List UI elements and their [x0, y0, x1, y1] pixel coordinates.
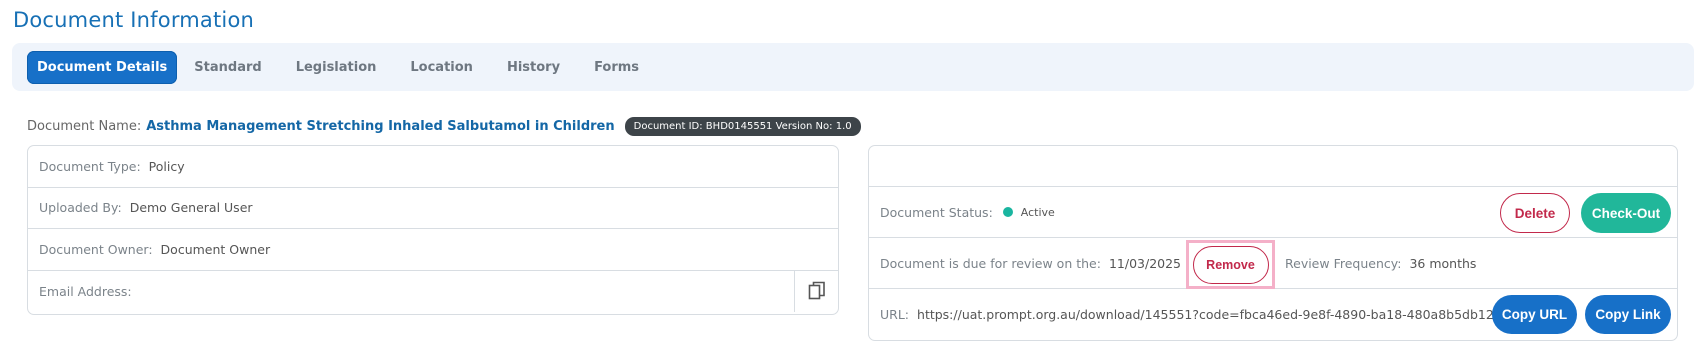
document-details-card: Document Type: Policy Uploaded By: Demo …: [27, 145, 839, 315]
document-owner-label: Document Owner:: [39, 241, 153, 257]
delete-button[interactable]: Delete: [1500, 193, 1570, 233]
document-id-badge: Document ID: BHD0145551 Version No: 1.0: [624, 116, 861, 136]
review-frequency-label: Review Frequency:: [1285, 255, 1402, 271]
review-due-date: 11/03/2025: [1108, 255, 1182, 271]
tab-forms[interactable]: Forms: [577, 51, 656, 84]
email-address-row: Email Address:: [28, 270, 838, 312]
remove-button[interactable]: Remove: [1192, 245, 1269, 284]
uploaded-by-row: Uploaded By: Demo General User: [28, 188, 838, 229]
document-owner-row: Document Owner: Document Owner: [28, 229, 838, 271]
page-title: Document Information: [13, 8, 255, 32]
url-label: URL:: [880, 307, 910, 322]
status-indicator-dot: [1002, 207, 1013, 217]
tab-legislation[interactable]: Legislation: [279, 51, 394, 84]
email-address-label: Email Address:: [39, 283, 132, 299]
document-status-card: Document Status: Active Delete Check-Out…: [868, 145, 1678, 341]
tab-bar: Document Details Standard Legislation Lo…: [12, 43, 1694, 91]
document-owner-value: Document Owner: [160, 241, 271, 257]
remove-highlight: Remove: [1186, 240, 1275, 289]
status-card-header: [869, 146, 1677, 187]
tab-location[interactable]: Location: [393, 51, 490, 84]
tab-standard[interactable]: Standard: [177, 51, 278, 84]
copy-icon: [808, 281, 825, 300]
url-value: https://uat.prompt.org.au/download/14555…: [917, 307, 1502, 322]
document-status-label: Document Status:: [880, 204, 993, 220]
uploaded-by-value: Demo General User: [129, 200, 253, 216]
document-status-value: Active: [1020, 205, 1055, 219]
check-out-button[interactable]: Check-Out: [1581, 193, 1671, 233]
review-due-label: Document is due for review on the:: [880, 255, 1101, 271]
uploaded-by-label: Uploaded By:: [39, 200, 122, 216]
review-frequency-value: 36 months: [1409, 255, 1477, 271]
document-type-value: Policy: [148, 158, 185, 174]
document-status-row: Document Status: Active Delete Check-Out: [869, 187, 1677, 238]
copy-url-button[interactable]: Copy URL: [1492, 295, 1577, 334]
document-name: Asthma Management Stretching Inhaled Sal…: [146, 118, 615, 134]
url-row: URL: https://uat.prompt.org.au/download/…: [869, 289, 1677, 340]
document-type-label: Document Type:: [39, 158, 141, 174]
tab-history[interactable]: History: [490, 51, 577, 84]
review-row: Document is due for review on the: 11/03…: [869, 238, 1677, 289]
document-name-row: Document Name: Asthma Management Stretch…: [27, 115, 861, 137]
copy-link-button[interactable]: Copy Link: [1585, 295, 1671, 334]
tab-document-details[interactable]: Document Details: [27, 50, 178, 84]
document-type-row: Document Type: Policy: [28, 146, 838, 188]
copy-email-button[interactable]: [794, 270, 838, 312]
document-name-label: Document Name:: [27, 118, 142, 134]
review-frequency: Review Frequency: 36 months: [1285, 238, 1476, 288]
